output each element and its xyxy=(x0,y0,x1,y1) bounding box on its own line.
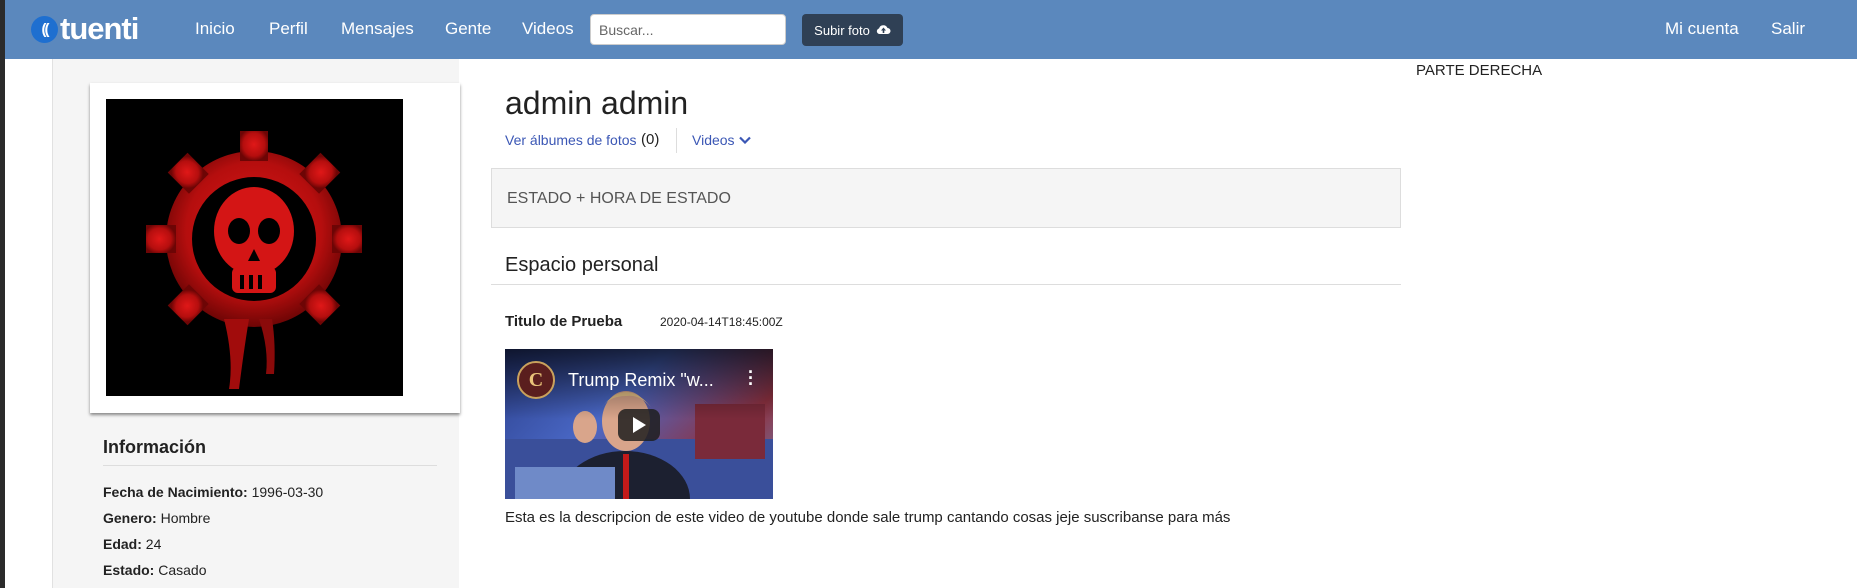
search-input[interactable] xyxy=(590,14,786,45)
nav-inicio[interactable]: Inicio xyxy=(195,19,235,39)
info-divider xyxy=(103,465,437,466)
right-panel-placeholder: PARTE DERECHA xyxy=(1416,62,1543,79)
youtube-video-embed[interactable]: C Trump Remix "w... · · · xyxy=(505,349,773,499)
link-separator xyxy=(676,128,677,153)
nav-videos[interactable]: Videos xyxy=(522,19,574,39)
info-row-birthdate: Fecha de Nacimiento: 1996-03-30 xyxy=(103,484,323,500)
more-options-icon[interactable]: · · · xyxy=(748,363,754,393)
info-label: Fecha de Nacimiento: xyxy=(103,484,248,500)
personal-space-title: Espacio personal xyxy=(505,254,659,276)
upload-button-label: Subir foto xyxy=(814,22,870,38)
videos-dropdown[interactable]: Videos xyxy=(692,132,751,148)
avatar-card xyxy=(90,83,460,413)
section-divider xyxy=(491,284,1401,285)
logo-text: tuenti xyxy=(60,11,139,46)
info-row-gender: Genero: Hombre xyxy=(103,510,210,526)
info-value: 1996-03-30 xyxy=(251,484,324,500)
status-text: ESTADO + HORA DE ESTADO xyxy=(507,190,731,207)
cloud-upload-icon xyxy=(876,23,891,38)
avatar[interactable] xyxy=(106,99,403,396)
post-description: Esta es la descripcion de este video de … xyxy=(505,509,1231,526)
channel-avatar-icon[interactable]: C xyxy=(517,361,555,399)
info-label: Genero: xyxy=(103,510,157,526)
info-value: Hombre xyxy=(160,510,211,526)
logo-icon: (( xyxy=(31,15,58,43)
nav-logout[interactable]: Salir xyxy=(1771,19,1805,39)
nav-mensajes[interactable]: Mensajes xyxy=(341,19,414,39)
albums-count: (0) xyxy=(641,131,660,148)
videos-dropdown-label: Videos xyxy=(692,132,735,148)
nav-my-account[interactable]: Mi cuenta xyxy=(1665,19,1739,39)
upload-photo-button[interactable]: Subir foto xyxy=(802,14,903,46)
info-label: Edad: xyxy=(103,536,142,552)
profile-name: admin admin xyxy=(505,85,689,121)
window-edge xyxy=(0,0,5,588)
profile-sidebar: Información Fecha de Nacimiento: 1996-03… xyxy=(52,59,460,588)
chevron-down-icon xyxy=(738,136,751,144)
info-title: Información xyxy=(103,437,207,457)
info-value: Casado xyxy=(158,562,207,578)
top-navbar: (( tuenti Inicio Perfil Mensajes Gente V… xyxy=(5,0,1857,59)
tuenti-logo[interactable]: (( tuenti xyxy=(31,11,139,46)
post-date: 2020-04-14T18:45:00Z xyxy=(660,315,783,329)
status-box: ESTADO + HORA DE ESTADO xyxy=(491,168,1401,228)
info-row-age: Edad: 24 xyxy=(103,536,161,552)
nav-perfil[interactable]: Perfil xyxy=(269,19,308,39)
nav-gente[interactable]: Gente xyxy=(445,19,491,39)
post-title: Titulo de Prueba xyxy=(505,313,623,330)
play-button-icon[interactable] xyxy=(618,409,660,441)
info-label: Estado: xyxy=(103,562,155,578)
info-value: 24 xyxy=(145,536,162,552)
skull-gear-emblem-icon xyxy=(146,131,362,389)
info-row-status: Estado: Casado xyxy=(103,562,207,578)
video-title[interactable]: Trump Remix "w... xyxy=(568,370,714,391)
photo-albums-link[interactable]: Ver álbumes de fotos xyxy=(505,132,637,148)
